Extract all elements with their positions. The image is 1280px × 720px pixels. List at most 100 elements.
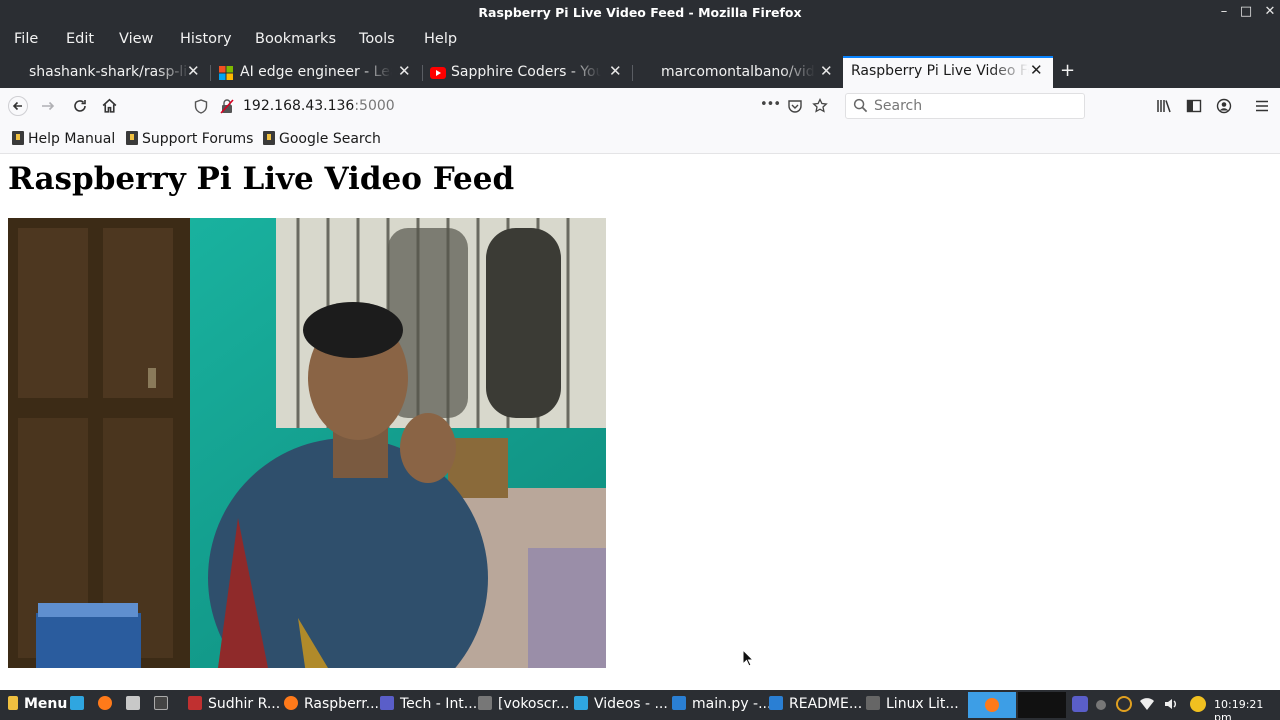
power-tray-icon[interactable] bbox=[1190, 696, 1206, 712]
menu-edit[interactable]: Edit bbox=[66, 31, 94, 47]
back-icon[interactable] bbox=[8, 96, 28, 116]
menu-history[interactable]: History bbox=[180, 31, 232, 47]
url-host: 192.168.43.136 bbox=[243, 98, 355, 114]
pocket-icon[interactable] bbox=[787, 99, 803, 114]
taskbar-launcher-terminal[interactable] bbox=[154, 696, 174, 712]
sidebar-icon[interactable] bbox=[1186, 98, 1202, 114]
tab-bar: shashank-shark/rasp-li ✕ AI edge enginee… bbox=[0, 56, 1280, 88]
close-tab-icon[interactable]: ✕ bbox=[398, 62, 411, 80]
minimize-button[interactable]: – bbox=[1216, 4, 1232, 19]
search-box[interactable]: Search bbox=[845, 93, 1085, 119]
tray-dot-icon[interactable] bbox=[1096, 700, 1106, 710]
app-icon bbox=[866, 696, 880, 710]
taskbar-task-5[interactable]: Videos - ... bbox=[574, 696, 668, 712]
account-icon[interactable] bbox=[1216, 98, 1232, 114]
url-port: :5000 bbox=[354, 98, 395, 114]
bookmark-google-search[interactable]: Google Search bbox=[263, 131, 381, 147]
taskbar-task-4[interactable]: [vokoscr... bbox=[478, 696, 569, 712]
video-frame bbox=[8, 218, 606, 668]
library-icon[interactable] bbox=[1156, 98, 1172, 114]
taskbar-task-6[interactable]: main.py -... bbox=[672, 696, 771, 712]
menu-bookmarks[interactable]: Bookmarks bbox=[255, 31, 336, 47]
folder-icon bbox=[574, 696, 588, 710]
linux-lite-icon bbox=[8, 696, 18, 710]
tab-marcomontalbano[interactable]: marcomontalbano/vide ✕ bbox=[634, 58, 842, 88]
url-text[interactable]: 192.168.43.136:5000 bbox=[243, 98, 395, 114]
tab-shashank-shark[interactable]: shashank-shark/rasp-li ✕ bbox=[12, 58, 210, 88]
tab-sapphire-coders[interactable]: Sapphire Coders - YouT ✕ bbox=[424, 58, 630, 88]
update-tray-icon[interactable] bbox=[1116, 696, 1132, 712]
page-title: Raspberry Pi Live Video Feed bbox=[8, 161, 515, 197]
bookmark-label: Support Forums bbox=[142, 131, 254, 147]
tab-ai-edge-engineer[interactable]: AI edge engineer - Lear ✕ bbox=[212, 58, 422, 88]
firefox-icon bbox=[284, 696, 298, 710]
firefox-icon bbox=[98, 696, 112, 710]
taskbar-task-1[interactable]: Sudhir R... bbox=[188, 696, 280, 712]
taskbar-launcher-desktop[interactable] bbox=[70, 696, 90, 712]
tab-raspberry-pi-live[interactable]: Raspberry Pi Live Video Fe ✕ bbox=[843, 56, 1053, 88]
bookmark-star-icon[interactable] bbox=[812, 98, 828, 114]
tab-label: marcomontalbano/vide bbox=[661, 64, 815, 80]
tab-label: Raspberry Pi Live Video Fe bbox=[851, 63, 1029, 79]
tab-separator bbox=[422, 65, 423, 81]
task-label: Tech - Int... bbox=[400, 696, 478, 712]
terminal-icon bbox=[154, 696, 168, 710]
menu-tools[interactable]: Tools bbox=[359, 31, 395, 47]
vscode-icon bbox=[769, 696, 783, 710]
task-label: Videos - ... bbox=[594, 696, 668, 712]
bookmark-help-manual[interactable]: Help Manual bbox=[12, 131, 115, 147]
url-bar[interactable]: 192.168.43.136:5000 ••• bbox=[186, 92, 838, 120]
close-window-button[interactable]: ✕ bbox=[1262, 4, 1278, 19]
taskbar-task-3[interactable]: Tech - Int... bbox=[380, 696, 477, 712]
reload-icon[interactable] bbox=[72, 98, 88, 114]
task-label: README... bbox=[789, 696, 863, 712]
window-titlebar: Raspberry Pi Live Video Feed - Mozilla F… bbox=[0, 0, 1280, 26]
menu-view[interactable]: View bbox=[119, 31, 153, 47]
tab-label: shashank-shark/rasp-li bbox=[29, 64, 188, 80]
vscode-icon bbox=[672, 696, 686, 710]
close-tab-icon[interactable]: ✕ bbox=[820, 62, 833, 80]
wifi-icon[interactable] bbox=[1139, 696, 1155, 712]
taskbar: Menu Sudhir R... Raspberr... Tech - Int.… bbox=[0, 690, 1280, 720]
task-label: Sudhir R... bbox=[208, 696, 281, 712]
clock[interactable]: 10:19:21 pm bbox=[1214, 698, 1280, 720]
volume-icon[interactable] bbox=[1163, 696, 1179, 712]
bookmark-label: Help Manual bbox=[28, 131, 116, 147]
bookmark-support-forums[interactable]: Support Forums bbox=[126, 131, 253, 147]
taskbar-task-2[interactable]: Raspberr... bbox=[284, 696, 379, 712]
insecure-lock-icon[interactable] bbox=[220, 99, 234, 114]
menu-file[interactable]: File bbox=[14, 31, 38, 47]
maximize-button[interactable]: □ bbox=[1238, 4, 1254, 19]
close-tab-icon[interactable]: ✕ bbox=[187, 62, 200, 80]
forward-icon[interactable] bbox=[40, 98, 56, 114]
search-placeholder: Search bbox=[874, 98, 923, 114]
close-tab-icon[interactable]: ✕ bbox=[1030, 61, 1043, 79]
home-icon[interactable] bbox=[101, 97, 118, 114]
taskbar-launcher-files[interactable] bbox=[126, 696, 146, 712]
tab-separator bbox=[210, 65, 211, 81]
bookmark-icon bbox=[263, 131, 275, 145]
tab-separator bbox=[632, 65, 633, 81]
tab-label: Sapphire Coders - YouT bbox=[451, 64, 601, 80]
close-tab-icon[interactable]: ✕ bbox=[609, 62, 622, 80]
live-video-feed bbox=[8, 218, 606, 668]
workspace-2[interactable] bbox=[1018, 692, 1066, 718]
shield-icon[interactable] bbox=[194, 99, 208, 114]
menu-help[interactable]: Help bbox=[424, 31, 457, 47]
navigation-toolbar: 192.168.43.136:5000 ••• Search bbox=[0, 88, 1280, 124]
tab-label: AI edge engineer - Lear bbox=[240, 64, 392, 80]
taskbar-menu-button[interactable]: Menu bbox=[8, 696, 67, 712]
bookmark-icon bbox=[12, 131, 24, 145]
bookmark-label: Google Search bbox=[279, 131, 381, 147]
hamburger-menu-icon[interactable] bbox=[1255, 99, 1269, 113]
task-label: Linux Lit... bbox=[886, 696, 959, 712]
mouse-cursor-icon bbox=[742, 649, 754, 667]
taskbar-task-7[interactable]: README... bbox=[769, 696, 862, 712]
workspace-1[interactable] bbox=[968, 692, 1016, 718]
taskbar-task-8[interactable]: Linux Lit... bbox=[866, 696, 959, 712]
new-tab-button[interactable]: + bbox=[1060, 60, 1075, 81]
taskbar-launcher-firefox[interactable] bbox=[98, 696, 118, 712]
task-label: Raspberr... bbox=[304, 696, 380, 712]
teams-tray-icon[interactable] bbox=[1072, 696, 1088, 712]
page-actions-icon[interactable]: ••• bbox=[760, 97, 781, 112]
